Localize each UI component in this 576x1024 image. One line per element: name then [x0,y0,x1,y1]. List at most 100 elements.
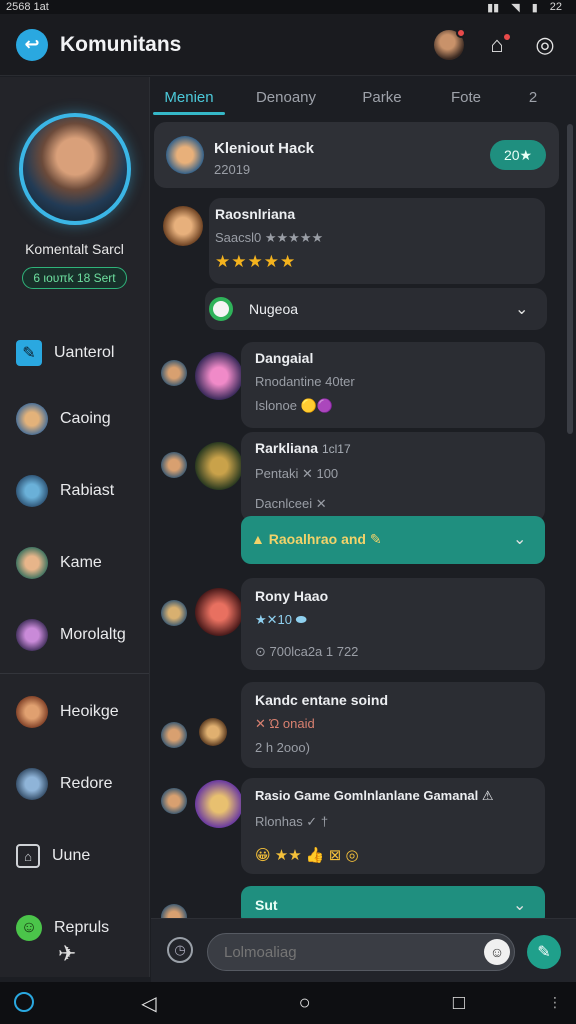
chevron-down-icon[interactable]: ⌄ [513,895,526,915]
chevron-down-icon[interactable]: ⌄ [513,529,526,549]
clock-icon[interactable]: ◷ [167,937,193,963]
home-button-icon[interactable]: ○ [299,992,311,1015]
reply-avatar[interactable] [161,360,187,386]
user-avatar[interactable] [434,27,466,60]
reply-avatar[interactable] [161,452,187,478]
sidebar-item-uune[interactable]: ⌂ Uune [0,820,149,892]
post-sub: Rlonhas ✓ † [255,814,329,829]
home-badge-dot [502,31,512,42]
post-sub: ★✕10 ⬬ [255,612,307,627]
pinned-avatar [166,136,204,174]
sidebar-item-label: Uune [52,847,91,864]
post-card[interactable]: Rasio Game Gomlnlanlane Gamanal ⚠ Rlonha… [241,778,545,874]
tab-parke[interactable]: Parke [345,77,419,117]
sidebar-item-kame[interactable]: Kame [0,527,149,599]
sidebar-item-morolaltg[interactable]: Morolaltg [0,599,149,671]
expand-bar[interactable]: ▲ Raoalhrao and ✎ ⌄ [241,516,545,564]
settings-icon[interactable]: ◎ [530,30,560,60]
reply-avatar[interactable] [161,722,187,748]
app-icon[interactable] [14,992,34,1012]
post-card[interactable]: Kandc entane soind ✕ Ώ onaid 2 h 2ooo) [241,682,545,768]
sidebar-item-label: Repruls [54,919,110,936]
post-avatar[interactable] [195,588,243,636]
post-card[interactable]: Dangaial Rnodantine 40ter Islonoe 🟡🟣 [241,342,545,428]
post-sub: Saacsl0 ★★★★★ [215,230,324,245]
emoji-icon[interactable]: ☺ [484,939,510,965]
pinned-sub: 22019 [214,162,251,177]
sidebar-item-label: Heoikge [60,703,119,720]
avatar-icon [16,619,48,651]
sidebar: Komentalt Sarcl 6 ιουπk 18 Sert ✎ Uanter… [0,77,150,977]
sidebar-divider [0,673,149,674]
post-title: Rarkliana 1cl17 [255,440,351,456]
rating-stars: ★★★★★ [215,252,297,271]
reply-avatar[interactable] [161,788,187,814]
app-root: 2568 1at ▮▮ ◥ ▮ 22 ↩ Komunitans ⌂ ◎ Kome… [0,0,576,1024]
tab-denoany[interactable]: Denoany [227,77,345,117]
smile-icon: ☺ [16,915,42,941]
pinned-title: Kleniout Hack [214,140,315,157]
home-icon[interactable]: ⌂ [482,30,512,60]
app-logo-icon[interactable]: ↩ [16,28,48,61]
post-title: Kandc entane soind [255,692,389,708]
sidebar-item-uanterol[interactable]: ✎ Uanterol [0,323,149,383]
wifi-icon: ◥ [511,1,520,14]
profile-status-badge: 6 ιουπk 18 Sert [22,267,127,289]
sidebar-item-label: Redore [60,775,113,792]
status-bar: 2568 1at ▮▮ ◥ ▮ 22 [0,0,576,14]
post-card[interactable]: Rony Haao ★✕10 ⬬ ⊙ 700lca2a 1 722 [241,578,545,670]
pin-icon[interactable]: ✈ [58,941,76,967]
expand-bar-label: ▲ Raoalhrao and ✎ [251,531,382,547]
reply-avatar[interactable] [161,600,187,626]
sidebar-item-label: Uanterol [54,344,115,361]
sidebar-item-label: Caoing [60,410,111,427]
sidebar-item-heoikge[interactable]: Heoikge [0,676,149,748]
post-sub: Rnodantine 40ter [255,374,355,389]
post-title: Raosnlriana [215,206,296,222]
post-avatar[interactable] [195,442,243,490]
send-icon[interactable]: ✎ [527,935,561,969]
reply-avatar[interactable] [161,904,187,918]
tab-bar: Menien Denoany Parke Fote 2 [151,77,576,117]
chevron-down-icon[interactable]: ⌄ [515,299,528,319]
signal-icon: ▮▮ [487,1,500,14]
avatar-icon [16,547,48,579]
home-icon: ⌂ [16,844,40,868]
tab-more[interactable]: 2 [513,77,553,117]
post-title: Rasio Game Gomlnlanlane Gamanal ⚠ [255,788,494,803]
dropdown-card[interactable]: Nugeoa ⌄ [205,288,547,330]
sidebar-item-rabiast[interactable]: Rabiast [0,455,149,527]
avatar-icon [16,475,48,507]
sidebar-item-caoing[interactable]: Caoing [0,383,149,455]
post-avatar[interactable] [163,206,203,246]
tab-menien[interactable]: Menien [151,77,227,117]
back-icon[interactable]: ◁ [141,991,156,1016]
post-title-extra: 1cl17 [321,442,351,456]
menu-icon[interactable]: ⋮ [548,994,562,1011]
expand-bar[interactable]: Sut ⌄ [241,886,545,918]
expand-bar-label: Sut [255,897,278,913]
avatar-icon [16,696,48,728]
sidebar-item-redore[interactable]: Redore [0,748,149,820]
check-icon [209,297,233,321]
post-meta: 😀 ★★ 👍 ⊠ ◎ [255,847,359,864]
post-card[interactable]: Rarkliana 1cl17 Pentaki ✕ 100 Dacnlceei … [241,432,545,522]
post-meta: 2 h 2ooo) [255,740,310,755]
post-title: Dangaial [255,350,314,366]
post-avatar[interactable] [195,780,243,828]
message-input[interactable] [207,933,515,971]
profile-avatar[interactable] [18,113,131,225]
pinned-badge[interactable]: 20★ [490,140,546,170]
post-card[interactable]: Raosnlriana Saacsl0 ★★★★★ ★★★★★ [209,198,545,284]
app-title: Komunitans [60,32,182,56]
post-avatar[interactable] [195,352,243,400]
notification-dot [456,27,466,38]
sidebar-item-label: Rabiast [60,482,115,499]
recents-icon[interactable]: □ [453,992,465,1015]
profile-block: Komentalt Sarcl 6 ιουπk 18 Sert [0,77,149,289]
post-avatar[interactable] [199,718,227,746]
tab-fote[interactable]: Fote [419,77,513,117]
pinned-card[interactable]: Kleniout Hack 22019 20★ [154,122,559,188]
sidebar-item-label: Morolaltg [60,626,126,643]
dropdown-label: Nugeoa [249,301,299,317]
